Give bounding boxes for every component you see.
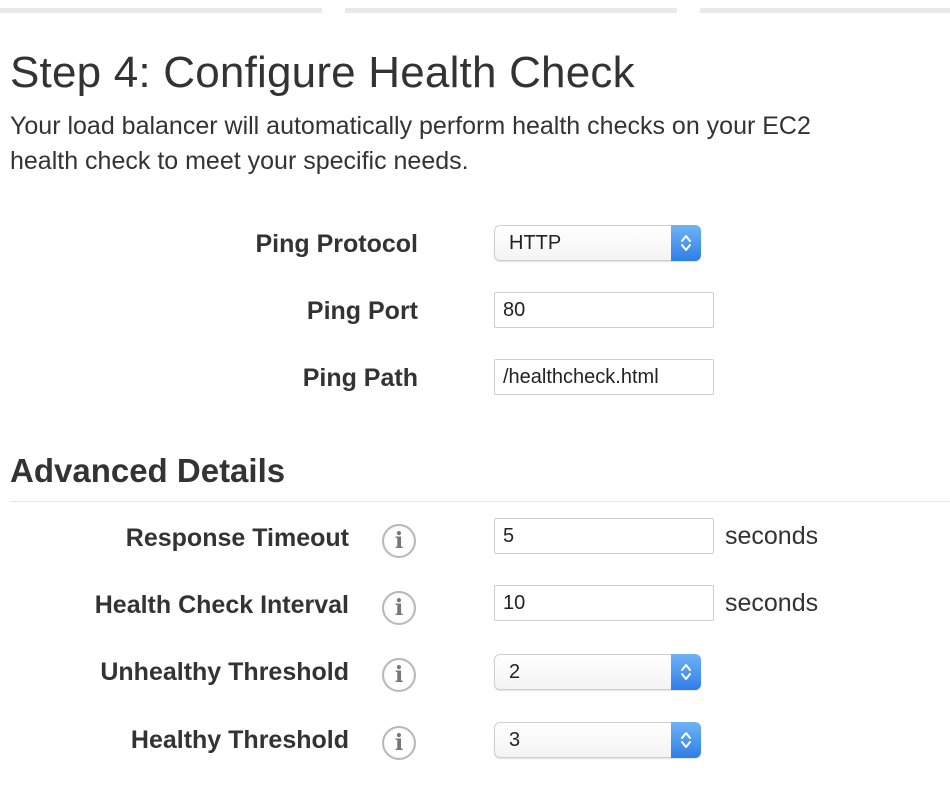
info-icon[interactable]: i [382,524,416,558]
ping-protocol-select[interactable]: HTTP [494,225,701,261]
unhealthy-threshold-label: Unhealthy Threshold [100,658,349,686]
healthy-threshold-value: 3 [509,729,521,751]
info-icon[interactable]: i [382,726,416,760]
ping-port-label: Ping Port [306,297,418,325]
wizard-step-bar-1 [0,8,322,13]
intro-text-line-1: Your load balancer will automatically pe… [10,112,811,140]
chevron-up-down-icon [671,225,701,261]
healthy-threshold-select[interactable]: 3 [494,722,701,758]
health-check-interval-unit: seconds [725,589,819,617]
ping-path-input[interactable] [494,359,714,395]
wizard-step-bar-3 [700,8,950,13]
intro-text: Your load balancer will automatically pe… [10,109,950,179]
chevron-up-down-icon [671,654,701,690]
advanced-details-title: Advanced Details [10,452,286,489]
chevron-up-down-icon [671,722,701,758]
section-divider [10,501,950,502]
healthy-threshold-label: Healthy Threshold [130,726,349,754]
page-title: Step 4: Configure Health Check [10,48,635,97]
intro-text-line-2: health check to meet your specific needs… [10,147,469,175]
response-timeout-label: Response Timeout [125,524,349,552]
info-icon[interactable]: i [382,658,416,692]
ping-protocol-value: HTTP [509,232,562,254]
info-icon[interactable]: i [382,591,416,625]
wizard-step-bar-2 [345,8,677,13]
health-check-interval-label: Health Check Interval [94,591,349,619]
health-check-interval-input[interactable] [494,585,714,621]
ping-port-input[interactable] [494,292,714,328]
response-timeout-input[interactable] [494,518,714,554]
ping-protocol-label: Ping Protocol [255,230,419,258]
unhealthy-threshold-value: 2 [509,661,521,683]
response-timeout-unit: seconds [725,522,819,550]
unhealthy-threshold-select[interactable]: 2 [494,654,701,690]
ping-path-label: Ping Path [302,364,418,392]
